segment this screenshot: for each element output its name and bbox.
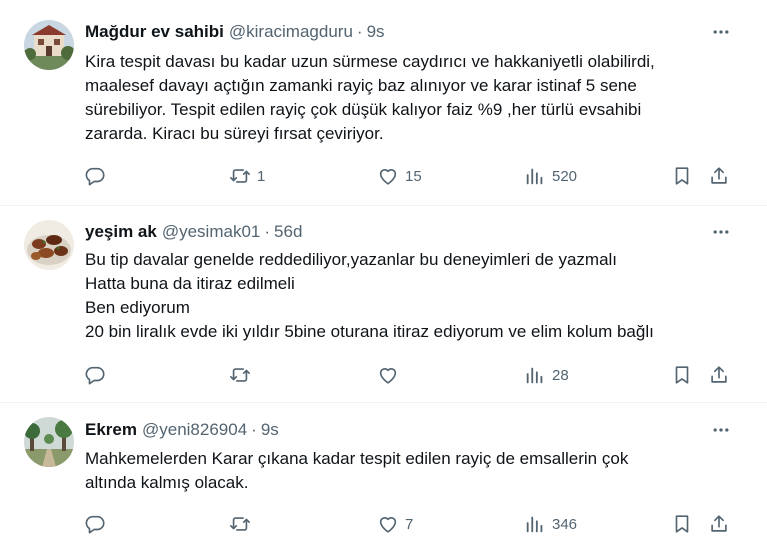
avatar[interactable] [24, 417, 74, 467]
separator: · [356, 22, 363, 41]
tweet-text-line: Mahkemelerden Karar çıkana kadar tespit … [85, 449, 629, 468]
like-count: 15 [405, 167, 422, 185]
display-name[interactable]: Ekrem [85, 420, 137, 440]
display-name[interactable]: Mağdur ev sahibi [85, 22, 224, 42]
views-button[interactable]: 28 [524, 361, 569, 389]
tweet-text-line: maalesef davayı açtığın zamanki rayiç ba… [85, 76, 637, 95]
tweet-text-line: Kira tespit davası bu kadar uzun sürmese… [85, 52, 655, 71]
reply-icon [85, 515, 105, 534]
timestamp[interactable]: 56d [274, 222, 302, 242]
tweet-text-line: sürebiliyor. Tespit edilen rayiç çok düş… [85, 100, 642, 119]
retweet-icon [230, 169, 250, 183]
reply-button[interactable] [84, 361, 112, 389]
tweet-header: Ekrem @yeni826904 · 9s [85, 418, 279, 442]
bookmark-button[interactable] [671, 162, 693, 190]
tweet-text-line: Ben ediyorum [85, 298, 190, 317]
bookmark-icon [675, 515, 689, 533]
like-button[interactable]: 15 [377, 162, 422, 190]
views-button[interactable]: 346 [524, 510, 577, 538]
tweet[interactable]: yeşim ak @yesimak01 · 56d Bu tip davalar… [0, 206, 767, 403]
user-handle[interactable]: @yesimak01 [162, 222, 261, 242]
tweet-actions: 1 15 520 [0, 162, 767, 190]
avatar[interactable] [24, 220, 74, 270]
tweet-text-line: zararda. Kiracı bu süreyi fırsat çeviriy… [85, 124, 384, 143]
tweet-actions: 7 346 [0, 510, 767, 538]
heart-icon [379, 169, 397, 185]
views-chart-icon [526, 367, 543, 384]
retweet-count: 1 [257, 167, 266, 185]
retweet-button[interactable]: 1 [229, 162, 265, 190]
tweet-text: Mahkemelerden Karar çıkana kadar tespit … [85, 447, 745, 495]
tweet-text-line: altında kalmış olacak. [85, 473, 249, 492]
reply-icon [85, 167, 105, 186]
tweet-text-line: Bu tip davalar genelde reddediliyor,yaza… [85, 250, 618, 269]
tweet[interactable]: Ekrem @yeni826904 · 9s Mahkemelerden Kar… [0, 403, 767, 549]
share-icon [711, 515, 727, 532]
tweet-text: Bu tip davalar genelde reddediliyor,yaza… [85, 248, 745, 344]
tweet-text: Kira tespit davası bu kadar uzun sürmese… [85, 50, 745, 146]
more-icon[interactable] [709, 418, 733, 442]
retweet-button[interactable] [229, 361, 257, 389]
share-button[interactable] [708, 162, 730, 190]
view-count: 346 [552, 515, 578, 533]
like-count: 7 [405, 515, 414, 533]
user-handle[interactable]: @yeni826904 [142, 420, 247, 440]
bookmark-icon [675, 167, 689, 185]
heart-icon [379, 368, 397, 384]
heart-icon [379, 517, 397, 533]
timestamp[interactable]: 9s [367, 22, 385, 42]
bookmark-icon [675, 366, 689, 384]
tweet-text-line: Hatta buna da itiraz edilmeli [85, 274, 295, 293]
share-icon [711, 167, 727, 184]
view-count: 520 [552, 167, 578, 185]
retweet-icon [230, 517, 250, 531]
tweet-header: yeşim ak @yesimak01 · 56d [85, 220, 302, 244]
reply-button[interactable] [84, 162, 112, 190]
more-icon[interactable] [709, 20, 733, 44]
tweet-text-line: 20 bin liralık evde iki yıldır 5bine otu… [85, 322, 654, 341]
like-button[interactable]: 7 [377, 510, 413, 538]
timestamp[interactable]: 9s [261, 420, 279, 440]
separator: · [264, 222, 271, 241]
views-button[interactable]: 520 [524, 162, 577, 190]
retweet-button[interactable] [229, 510, 257, 538]
avatar[interactable] [24, 20, 74, 70]
bookmark-button[interactable] [671, 510, 693, 538]
share-button[interactable] [708, 510, 730, 538]
separator: · [251, 420, 257, 439]
user-handle[interactable]: @kiracimagduru [229, 22, 353, 42]
tweet[interactable]: Mağdur ev sahibi @kiracimagduru · 9s Kir… [0, 0, 767, 206]
like-button[interactable] [377, 361, 405, 389]
views-chart-icon [526, 168, 543, 185]
view-count: 28 [552, 366, 569, 384]
reply-icon [85, 366, 105, 385]
more-icon[interactable] [709, 220, 733, 244]
retweet-icon [230, 368, 250, 382]
tweet-actions: 28 [0, 361, 767, 389]
share-icon [711, 366, 727, 383]
bookmark-button[interactable] [671, 361, 693, 389]
share-button[interactable] [708, 361, 730, 389]
views-chart-icon [526, 516, 543, 533]
reply-button[interactable] [84, 510, 112, 538]
tweet-header: Mağdur ev sahibi @kiracimagduru · 9s [85, 20, 385, 44]
display-name[interactable]: yeşim ak [85, 222, 157, 242]
